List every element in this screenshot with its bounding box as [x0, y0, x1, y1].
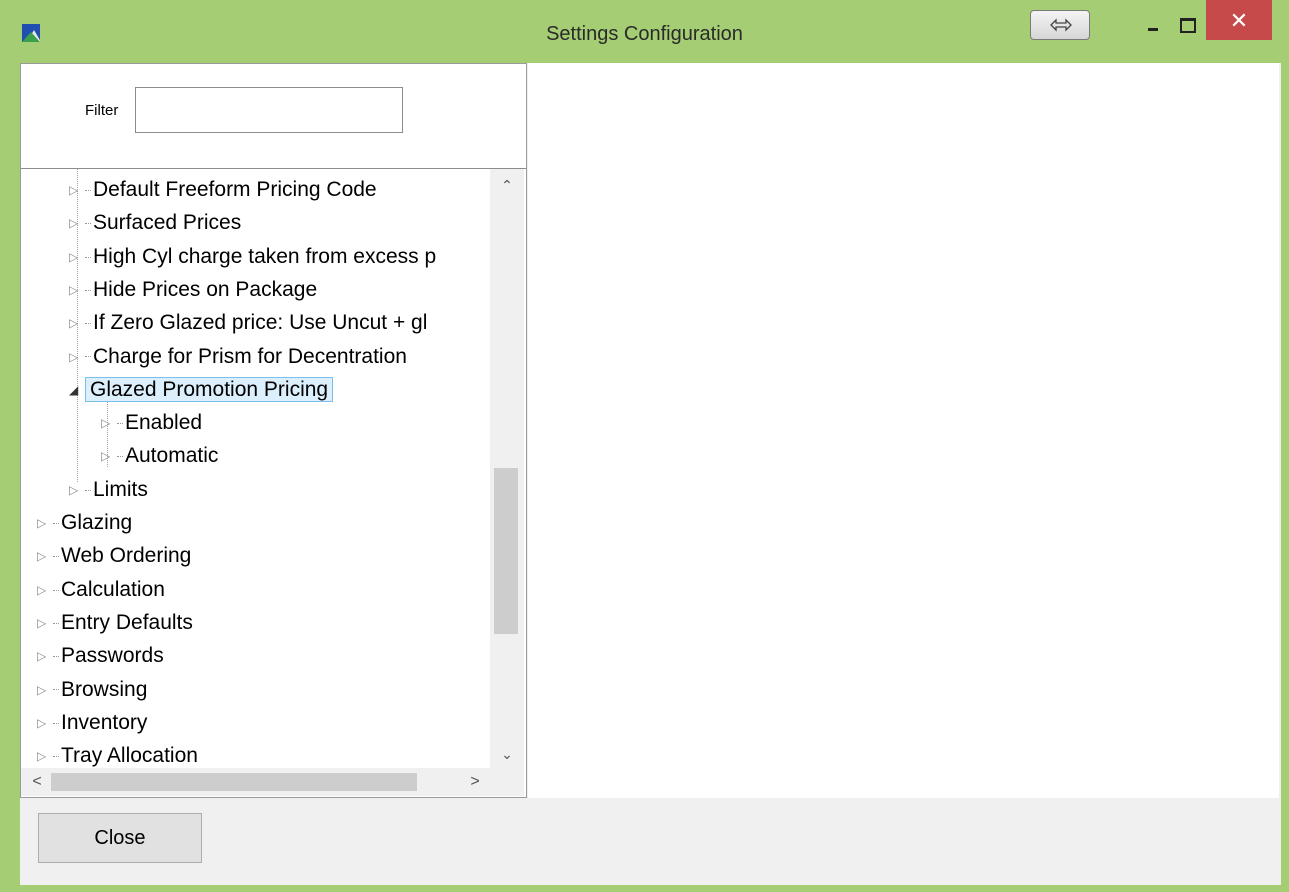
tree-item-label: Browsing [61, 677, 148, 701]
collapsed-arrow-icon[interactable]: ▷ [37, 608, 53, 638]
settings-detail-pane [528, 63, 1279, 798]
collapsed-arrow-icon[interactable]: ▷ [37, 641, 53, 671]
tree-item[interactable]: ▷ Default Freeform Pricing Code [69, 175, 377, 205]
tree-item-label: Hide Prices on Package [93, 277, 318, 301]
swap-layout-button[interactable] [1030, 10, 1090, 40]
window-close-button[interactable]: ✕ [1206, 0, 1272, 40]
tree-connector [85, 356, 91, 358]
double-arrow-icon [1050, 18, 1072, 32]
tree-connector [117, 423, 123, 425]
tree-item-label: Limits [93, 477, 148, 501]
collapsed-arrow-icon[interactable]: ▷ [37, 508, 53, 538]
close-button[interactable]: Close [38, 813, 202, 863]
tree-item-label: Tray Allocation [61, 744, 198, 768]
collapsed-arrow-icon[interactable]: ▷ [69, 308, 85, 338]
scroll-up-icon[interactable]: ⌃ [490, 173, 524, 197]
filter-label: Filter [85, 102, 119, 119]
tree-item-label: Entry Defaults [61, 610, 193, 634]
settings-tree[interactable]: ▷ Default Freeform Pricing Code ▷ Surfaced … [21, 168, 526, 797]
tree-item-label: Glazed Promotion Pricing [85, 376, 334, 402]
tree-connector [53, 756, 59, 758]
tree-item[interactable]: ▷ Passwords [37, 641, 164, 671]
tree-item-label: Calculation [61, 577, 165, 601]
tree-item[interactable]: ▷ Limits [69, 475, 148, 505]
tree-item-label: If Zero Glazed price: Use Uncut + gl [93, 311, 428, 335]
maximize-button[interactable] [1170, 4, 1206, 40]
tree-item-label: High Cyl charge taken from excess p [93, 244, 437, 268]
scroll-down-icon[interactable]: ⌄ [490, 742, 524, 766]
collapsed-arrow-icon[interactable]: ▷ [37, 741, 53, 771]
tree-connector [53, 622, 59, 624]
tree-connector [53, 589, 59, 591]
tree-item-label: Default Freeform Pricing Code [93, 178, 377, 201]
tree-item-label: Passwords [61, 644, 164, 668]
tree-item[interactable]: ▷ Browsing [37, 675, 147, 705]
tree-connector [53, 722, 59, 724]
tree-item-label: Charge for Prism for Decentration [93, 344, 407, 368]
tree-connector [85, 256, 91, 258]
tree-connector [53, 522, 59, 524]
tree-item[interactable]: ▷ Automatic [101, 441, 218, 471]
tree-item-label: Enabled [125, 411, 203, 435]
horizontal-scroll-thumb[interactable] [51, 773, 417, 791]
filter-area: Filter [21, 64, 526, 168]
scrollbar-corner [490, 768, 524, 796]
horizontal-scrollbar[interactable]: < > [21, 768, 490, 796]
tree-item-label: Inventory [61, 710, 148, 734]
tree-item[interactable]: ▷ Entry Defaults [37, 608, 193, 638]
tree-item[interactable]: ▷ Inventory [37, 708, 147, 738]
tree-item[interactable]: ▷ Charge for Prism for Decentration [69, 342, 407, 372]
tree-item-label: Automatic [125, 444, 219, 468]
collapsed-arrow-icon[interactable]: ▷ [37, 675, 53, 705]
window-title: Settings Configuration [546, 23, 743, 45]
title-bar[interactable]: Settings Configuration ✕ [0, 0, 1289, 63]
collapsed-arrow-icon[interactable]: ▷ [69, 208, 85, 238]
tree-item-label: Glazing [61, 511, 133, 534]
client-area: Filter ▷ Default Freeform Pricing Code ▷ Su… [20, 63, 1281, 885]
tree-connector [85, 189, 91, 191]
tree-item-label: Surfaced Prices [93, 211, 242, 235]
tree-connector [85, 489, 91, 491]
tree-item[interactable]: ▷ High Cyl charge taken from excess p [69, 242, 436, 272]
scroll-left-icon[interactable]: < [23, 768, 51, 796]
scroll-right-icon[interactable]: > [461, 768, 489, 796]
settings-window: Settings Configuration ✕ Filter ▷ Default… [0, 0, 1289, 892]
collapsed-arrow-icon[interactable]: ▷ [101, 408, 117, 438]
vertical-scrollbar[interactable]: ⌃ ⌄ [490, 169, 524, 768]
tree-item[interactable]: ▷ Tray Allocation [37, 741, 198, 771]
collapsed-arrow-icon[interactable]: ▷ [37, 541, 53, 571]
filter-input[interactable] [135, 87, 403, 133]
tree-connector [85, 223, 91, 225]
tree-connector [85, 289, 91, 291]
vertical-scroll-thumb[interactable] [494, 468, 518, 634]
tree-connector [53, 656, 59, 658]
tree-item[interactable]: ▷ If Zero Glazed price: Use Uncut + gl [69, 308, 427, 338]
tree-item[interactable]: ▷ Surfaced Prices [69, 208, 241, 238]
expanded-arrow-icon[interactable]: ◢ [69, 375, 85, 405]
tree-item-label: Web Ordering [61, 544, 192, 568]
collapsed-arrow-icon[interactable]: ▷ [37, 708, 53, 738]
tree-item[interactable]: ▷ Web Ordering [37, 541, 191, 571]
tree-connector [117, 456, 123, 458]
tree-item[interactable]: ▷ Calculation [37, 575, 165, 605]
tree-item[interactable]: ◢ Glazed Promotion Pricing [69, 375, 334, 405]
collapsed-arrow-icon[interactable]: ▷ [69, 275, 85, 305]
collapsed-arrow-icon[interactable]: ▷ [69, 475, 85, 505]
collapsed-arrow-icon[interactable]: ▷ [69, 175, 85, 205]
settings-tree-pane: Filter ▷ Default Freeform Pricing Code ▷ Su… [20, 63, 527, 798]
collapsed-arrow-icon[interactable]: ▷ [101, 441, 117, 471]
collapsed-arrow-icon[interactable]: ▷ [37, 575, 53, 605]
tree-item[interactable]: ▷ Glazing [37, 508, 132, 538]
tree-item[interactable]: ▷ Hide Prices on Package [69, 275, 317, 305]
tree-item[interactable]: ▷ Enabled [101, 408, 202, 438]
tree-connector [53, 556, 59, 558]
tree-connector [53, 689, 59, 691]
collapsed-arrow-icon[interactable]: ▷ [69, 242, 85, 272]
minimize-button[interactable] [1134, 4, 1174, 40]
collapsed-arrow-icon[interactable]: ▷ [69, 342, 85, 372]
tree-connector [85, 323, 91, 325]
